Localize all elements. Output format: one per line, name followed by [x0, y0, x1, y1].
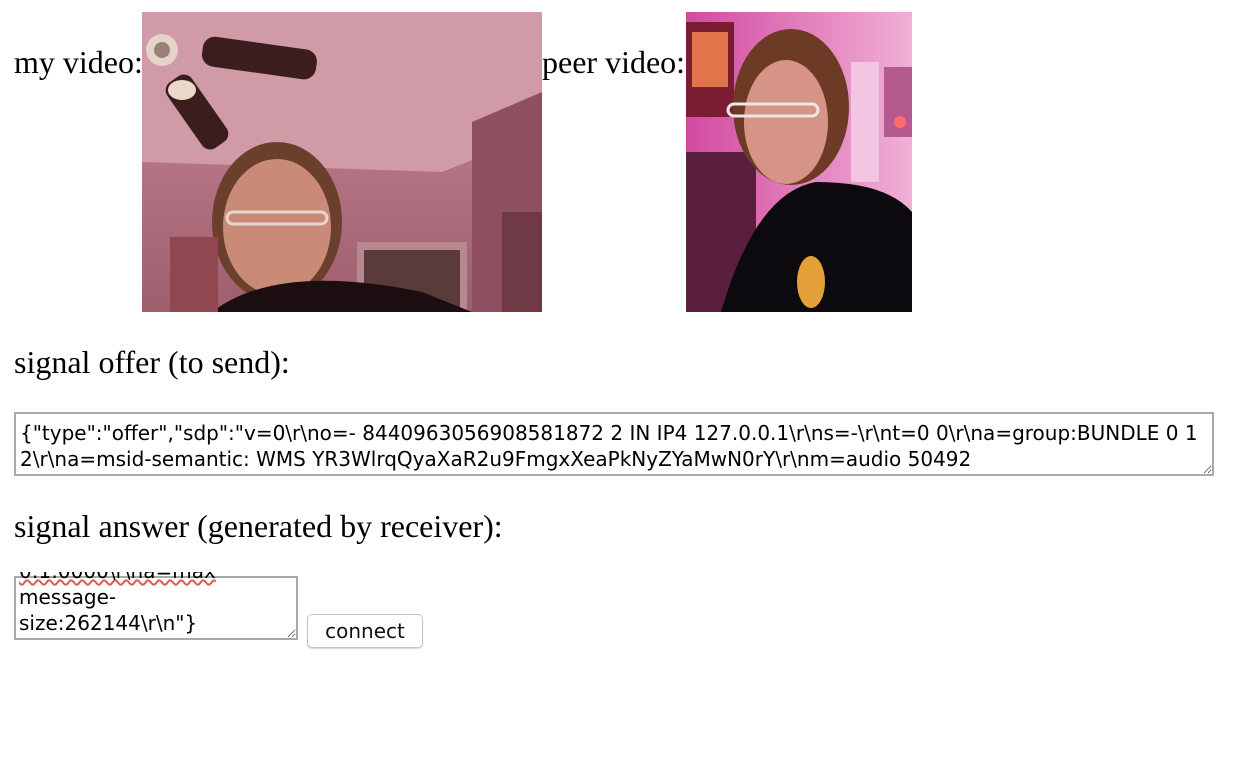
peer-video-label: peer video: [542, 44, 686, 80]
my-video-label: my video: [14, 44, 143, 80]
signal-answer-label: signal answer (generated by receiver): [14, 508, 503, 544]
signal-answer-textarea[interactable] [14, 576, 298, 640]
connect-button[interactable]: connect [307, 614, 423, 648]
signal-offer-label: signal offer (to send): [14, 344, 290, 380]
peer-video-stream [686, 12, 912, 312]
my-video-stream [142, 12, 542, 312]
signal-offer-textarea[interactable] [14, 412, 1214, 476]
